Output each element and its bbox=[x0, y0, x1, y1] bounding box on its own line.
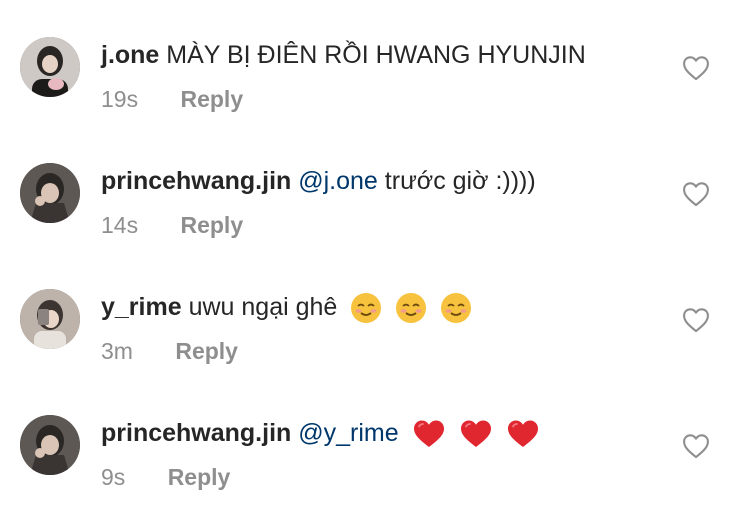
timestamp: 19s bbox=[101, 86, 139, 112]
comment-text: y_rime uwu ngại ghê bbox=[101, 292, 472, 324]
reply-button[interactable]: Reply bbox=[168, 464, 231, 490]
smiling-face-emoji-icon bbox=[440, 292, 472, 324]
profile-photo-icon bbox=[20, 163, 80, 223]
like-button[interactable] bbox=[682, 433, 710, 459]
comment-meta: 3m Reply bbox=[101, 337, 238, 365]
smiling-face-emoji-icon bbox=[395, 292, 427, 324]
avatar[interactable] bbox=[20, 163, 80, 223]
heart-outline-icon bbox=[683, 434, 709, 459]
username[interactable]: j.one bbox=[101, 41, 159, 69]
comment-list: j.one MÀY BỊ ĐIÊN RỒI HWANG HYUNJIN 19s … bbox=[0, 0, 750, 506]
comment-text: j.one MÀY BỊ ĐIÊN RỒI HWANG HYUNJIN bbox=[101, 40, 586, 70]
comment-item: princehwang.jin @y_rime 9s Reply bbox=[0, 378, 750, 491]
comment-body: trước giờ :)))) bbox=[384, 167, 536, 195]
like-button[interactable] bbox=[682, 181, 710, 207]
red-heart-emoji-icon bbox=[459, 418, 493, 450]
avatar[interactable] bbox=[20, 289, 80, 349]
comment-text: princehwang.jin @y_rime bbox=[101, 418, 540, 450]
avatar[interactable] bbox=[20, 37, 80, 97]
reply-button[interactable]: Reply bbox=[180, 86, 243, 112]
reply-button[interactable]: Reply bbox=[175, 338, 238, 364]
profile-photo-icon bbox=[20, 415, 80, 475]
username[interactable]: princehwang.jin bbox=[101, 167, 291, 195]
profile-photo-icon bbox=[20, 37, 80, 97]
like-button[interactable] bbox=[682, 55, 710, 81]
comment-item: j.one MÀY BỊ ĐIÊN RỒI HWANG HYUNJIN 19s … bbox=[0, 0, 750, 113]
comment-text: princehwang.jin @j.one trước giờ :)))) bbox=[101, 166, 536, 196]
mention-link[interactable]: @j.one bbox=[298, 167, 378, 195]
red-heart-emoji-icon bbox=[506, 418, 540, 450]
like-button[interactable] bbox=[682, 307, 710, 333]
timestamp: 9s bbox=[101, 464, 126, 490]
username[interactable]: princehwang.jin bbox=[101, 419, 291, 447]
avatar[interactable] bbox=[20, 415, 80, 475]
comment-item: y_rime uwu ngại ghê 3m Reply bbox=[0, 252, 750, 365]
comment-body: uwu ngại ghê bbox=[188, 293, 338, 321]
comment-meta: 19s Reply bbox=[101, 85, 243, 113]
mention-link[interactable]: @y_rime bbox=[298, 419, 398, 447]
timestamp: 14s bbox=[101, 212, 139, 238]
red-heart-emoji-icon bbox=[412, 418, 446, 450]
heart-outline-icon bbox=[683, 182, 709, 207]
heart-outline-icon bbox=[683, 308, 709, 333]
comment-meta: 9s Reply bbox=[101, 463, 230, 491]
comment-body: MÀY BỊ ĐIÊN RỒI HWANG HYUNJIN bbox=[166, 41, 586, 69]
heart-outline-icon bbox=[683, 56, 709, 81]
timestamp: 3m bbox=[101, 338, 133, 364]
reply-button[interactable]: Reply bbox=[180, 212, 243, 238]
comment-item: princehwang.jin @j.one trước giờ :)))) 1… bbox=[0, 126, 750, 239]
smiling-face-emoji-icon bbox=[350, 292, 382, 324]
profile-photo-icon bbox=[20, 289, 80, 349]
comment-meta: 14s Reply bbox=[101, 211, 243, 239]
username[interactable]: y_rime bbox=[101, 293, 182, 321]
